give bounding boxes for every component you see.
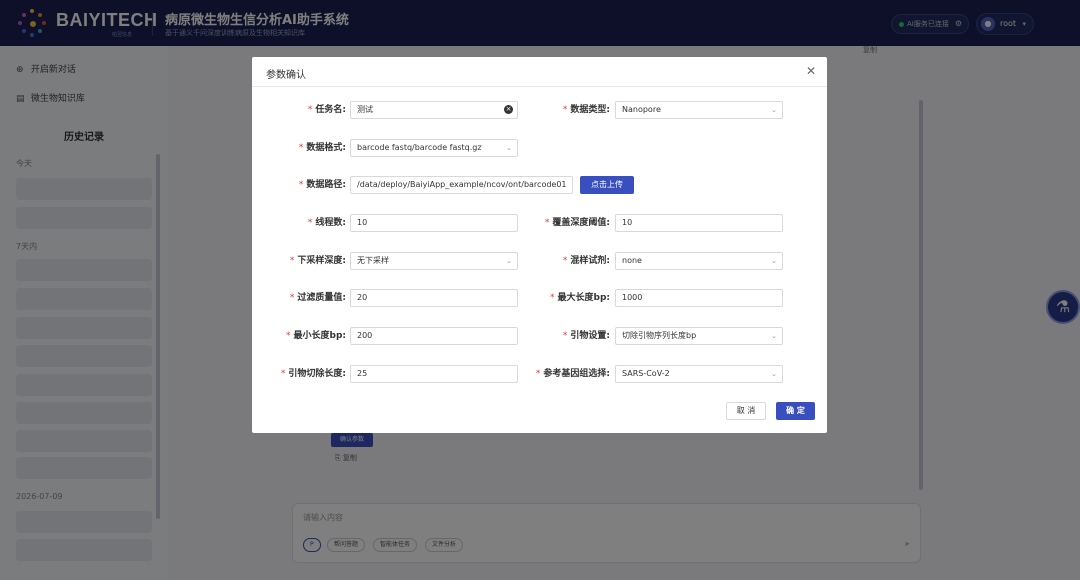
data-type-select[interactable]: Nanopore ⌄ (615, 101, 783, 119)
label-data-format: * 数据格式: (298, 143, 346, 153)
label-primer-setting: * 引物设置: (562, 331, 610, 341)
reference-genome-select[interactable]: SARS-CoV-2 ⌄ (615, 365, 783, 383)
label-threads: * 线程数: (307, 218, 346, 228)
data-path-input[interactable]: /data/deploy/BaiyiApp_example/ncov/ont/b… (350, 176, 573, 194)
cancel-button[interactable]: 取 消 (726, 402, 766, 420)
close-icon[interactable]: ✕ (806, 64, 816, 78)
upload-button[interactable]: 点击上传 (580, 176, 634, 194)
chevron-down-icon: ⌄ (771, 257, 777, 265)
primer-trim-length-input[interactable]: 25 (350, 365, 518, 383)
coverage-threshold-input[interactable]: 10 (615, 214, 783, 232)
param-confirm-dialog: 参数确认 ✕ * 任务名: 测试 × * 数据类型: Nanopore ⌄ * 数据格式:… (252, 57, 827, 433)
filter-quality-input[interactable]: 20 (350, 289, 518, 307)
dialog-title: 参数确认 (266, 70, 306, 81)
label-data-type: * 数据类型: (562, 105, 610, 115)
task-name-input[interactable]: 测试 × (350, 101, 518, 119)
label-coverage-threshold: * 覆盖深度阈值: (544, 218, 610, 228)
label-mixed-reagent: * 混样试剂: (562, 256, 610, 266)
label-filter-quality: * 过滤质量值: (289, 293, 346, 303)
chevron-down-icon: ⌄ (771, 106, 777, 114)
chevron-down-icon: ⌄ (771, 370, 777, 378)
chevron-down-icon: ⌄ (771, 332, 777, 340)
label-downsample-depth: * 下采样深度: (289, 256, 346, 266)
max-length-input[interactable]: 1000 (615, 289, 783, 307)
mixed-reagent-select[interactable]: none ⌄ (615, 252, 783, 270)
label-primer-trim-length: * 引物切除长度: (280, 369, 346, 379)
label-task-name: * 任务名: (307, 105, 346, 115)
label-min-length: * 最小长度bp: (286, 331, 346, 341)
label-data-path: * 数据路径: (298, 180, 346, 190)
threads-input[interactable]: 10 (350, 214, 518, 232)
ok-button[interactable]: 确 定 (776, 402, 815, 420)
data-format-select[interactable]: barcode fastq/barcode fastq.gz ⌄ (350, 139, 518, 157)
downsample-depth-select[interactable]: 无下采样 ⌄ (350, 252, 518, 270)
label-reference-genome: * 参考基因组选择: (535, 369, 610, 379)
dialog-header: 参数确认 ✕ (252, 57, 827, 87)
chevron-down-icon: ⌄ (506, 144, 512, 152)
min-length-input[interactable]: 200 (350, 327, 518, 345)
primer-setting-select[interactable]: 切除引物序列长度bp ⌄ (615, 327, 783, 345)
label-max-length: * 最大长度bp: (550, 293, 610, 303)
